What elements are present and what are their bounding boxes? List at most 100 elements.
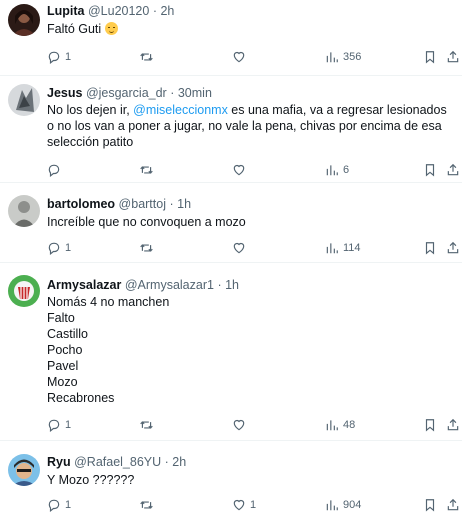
views-button[interactable]: 48 [325, 417, 355, 433]
timestamp[interactable]: 30min [178, 86, 212, 100]
tweet[interactable]: Jesus @jesgarcia_dr · 30min No los dejen… [0, 76, 462, 183]
heart-icon [233, 242, 245, 254]
bookmark-button[interactable] [423, 240, 437, 256]
reply-button[interactable]: 1 [47, 49, 71, 65]
tweet-header: Ryu @Rafael_86YU · 2h [47, 454, 186, 470]
bookmark-icon [425, 419, 435, 432]
handle[interactable]: @Rafael_86YU [74, 455, 161, 469]
avatar[interactable] [8, 275, 40, 307]
share-button[interactable] [446, 162, 460, 178]
handle[interactable]: @Lu20120 [88, 4, 149, 18]
mention-link[interactable]: @miseleccionmx [133, 103, 228, 117]
bookmark-icon [425, 242, 435, 255]
reply-button[interactable]: 1 [47, 497, 71, 513]
reply-icon [48, 164, 60, 177]
reply-count: 1 [65, 499, 72, 511]
views-button[interactable]: 356 [325, 49, 361, 65]
bookmark-button[interactable] [423, 162, 437, 178]
like-button[interactable] [232, 162, 250, 178]
retweet-button[interactable] [139, 497, 158, 513]
views-chart-icon [326, 500, 338, 511]
tweet-text: No los dejen ir, @miseleccionmx es una m… [47, 102, 455, 150]
bookmark-button[interactable] [423, 49, 437, 65]
reply-count: 1 [65, 51, 72, 63]
tweet-line: Increíble que no convoquen a mozo [47, 215, 246, 229]
reply-icon [48, 242, 60, 255]
tweet[interactable]: Ryu @Rafael_86YU · 2h Y Mozo ?????? 1 1 … [0, 441, 462, 521]
reply-icon [48, 419, 60, 432]
tweet-actions: 1 114 [47, 240, 459, 256]
bookmark-icon [425, 499, 435, 512]
like-button[interactable]: 1 [232, 497, 256, 513]
handle[interactable]: @jesgarcia_dr [86, 86, 167, 100]
avatar[interactable] [8, 195, 40, 227]
like-button[interactable] [232, 417, 250, 433]
view-count: 356 [343, 51, 362, 63]
retweet-button[interactable] [139, 49, 158, 65]
bookmark-icon [425, 51, 435, 64]
handle[interactable]: @Armysalazar1 [125, 278, 214, 292]
tweet[interactable]: Lupita @Lu20120 · 2h Faltó Guti 1 356 [0, 0, 462, 76]
heart-icon [233, 499, 245, 511]
separator: · [169, 197, 174, 211]
bookmark-button[interactable] [423, 497, 437, 513]
share-button[interactable] [446, 417, 460, 433]
timestamp[interactable]: 2h [160, 4, 174, 18]
reply-button[interactable]: 1 [47, 417, 71, 433]
separator: · [152, 4, 157, 18]
views-button[interactable]: 114 [325, 240, 361, 256]
heart-icon [233, 164, 245, 176]
tweet-text: Y Mozo ?????? [47, 472, 455, 488]
view-count: 114 [343, 242, 361, 254]
tweet[interactable]: bartolomeo @barttoj · 1h Increíble que n… [0, 183, 462, 263]
retweet-icon [140, 421, 153, 429]
views-chart-icon [326, 243, 338, 254]
views-button[interactable]: 6 [325, 162, 349, 178]
share-icon [447, 50, 459, 63]
tweet-line: Falto [47, 311, 75, 325]
retweet-button[interactable] [139, 240, 158, 256]
share-button[interactable] [446, 240, 460, 256]
tweet-line: Mozo [47, 375, 78, 389]
tweet[interactable]: Armysalazar @Armysalazar1 · 1h Nomás 4 n… [0, 263, 462, 441]
tweet-text-start: No los dejen ir, [47, 103, 134, 117]
handle[interactable]: @barttoj [119, 197, 166, 211]
views-button[interactable]: 904 [325, 497, 361, 513]
timestamp[interactable]: 2h [172, 455, 186, 469]
avatar[interactable] [8, 454, 40, 486]
reply-count: 1 [65, 242, 72, 254]
reply-icon [48, 499, 60, 512]
avatar[interactable] [8, 84, 40, 116]
like-button[interactable] [232, 49, 250, 65]
reply-button[interactable] [47, 162, 65, 178]
retweet-button[interactable] [139, 417, 158, 433]
timestamp[interactable]: 1h [225, 278, 239, 292]
like-button[interactable] [232, 240, 250, 256]
tweet-line: Nomás 4 no manchen [47, 295, 170, 309]
tweet-line: Recabrones [47, 391, 115, 405]
bookmark-icon [425, 164, 435, 177]
avatar[interactable] [8, 4, 40, 36]
sleepy-face-emoji [104, 22, 118, 35]
tweet-header: Armysalazar @Armysalazar1 · 1h [47, 277, 239, 293]
tweet-actions: 1 356 [47, 49, 459, 65]
share-icon [447, 163, 459, 176]
share-button[interactable] [446, 497, 460, 513]
tweet-line: Y Mozo ?????? [47, 473, 135, 487]
share-button[interactable] [446, 49, 460, 65]
heart-icon [233, 51, 245, 63]
view-count: 6 [343, 164, 350, 176]
display-name[interactable]: Ryu [47, 455, 71, 469]
tweet-line: Castillo [47, 327, 88, 341]
display-name[interactable]: Lupita [47, 4, 85, 18]
display-name[interactable]: Jesus [47, 86, 82, 100]
reply-button[interactable]: 1 [47, 240, 71, 256]
timestamp[interactable]: 1h [177, 197, 191, 211]
reply-icon [48, 51, 60, 64]
display-name[interactable]: Armysalazar [47, 278, 121, 292]
views-chart-icon [326, 165, 338, 176]
retweet-button[interactable] [139, 162, 158, 178]
display-name[interactable]: bartolomeo [47, 197, 115, 211]
separator: · [217, 278, 222, 292]
bookmark-button[interactable] [423, 417, 437, 433]
